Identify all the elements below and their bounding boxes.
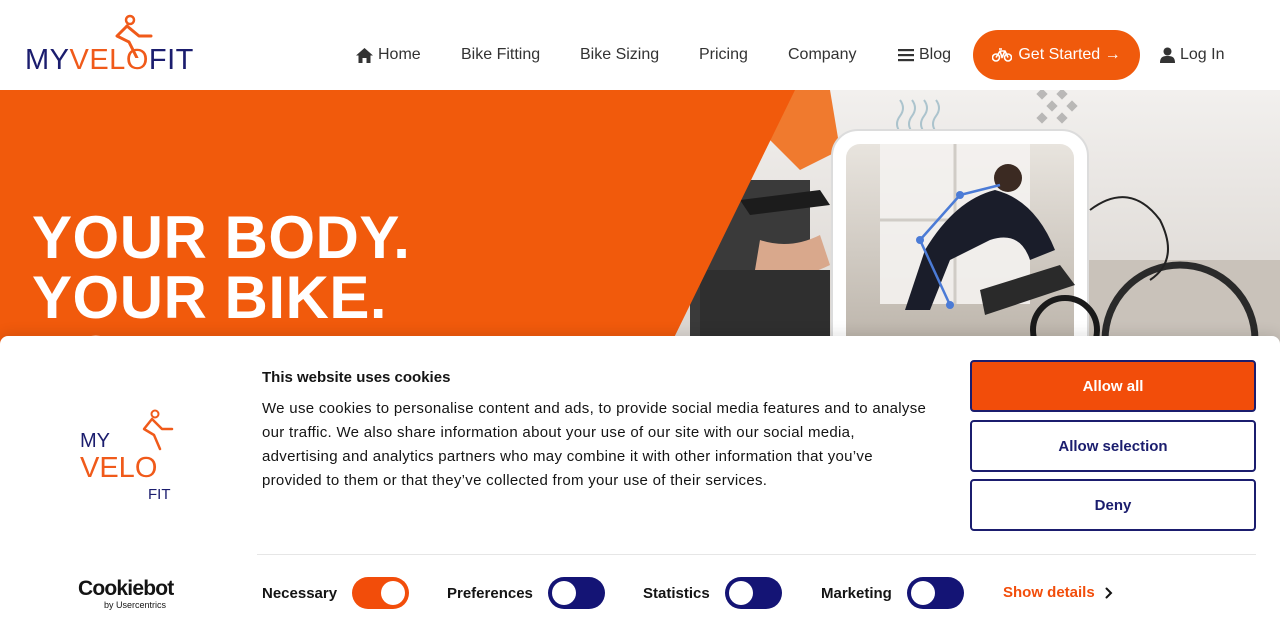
- deny-label: Deny: [1094, 496, 1132, 514]
- myvelofit-stacked-logo: MY VELO FIT: [80, 409, 174, 501]
- get-started-label: Get Started →: [1018, 46, 1121, 63]
- nav-company-label: Company: [788, 46, 857, 63]
- login-link[interactable]: Log In: [1160, 30, 1224, 80]
- nav-bike-sizing-label: Bike Sizing: [580, 46, 660, 63]
- nav-blog[interactable]: Blog: [898, 30, 951, 80]
- cookie-consent-banner: MY VELO FIT This website uses cookies We…: [0, 336, 1280, 633]
- necessary-label: Necessary: [262, 584, 338, 602]
- hero-line-1: YOUR BODY.: [32, 204, 411, 271]
- toggle-preferences: Preferences: [447, 576, 605, 610]
- nav-home[interactable]: Home: [356, 30, 421, 80]
- toggle-marketing: Marketing: [821, 576, 964, 610]
- cookie-title: This website uses cookies: [262, 369, 451, 386]
- preferences-switch[interactable]: [547, 577, 605, 609]
- necessary-switch[interactable]: [352, 577, 410, 609]
- login-label: Log In: [1180, 46, 1225, 63]
- svg-text:MY: MY: [80, 430, 110, 452]
- logo-velo: VELO: [69, 44, 149, 76]
- user-icon: [1160, 47, 1175, 63]
- show-details-link[interactable]: Show details: [1003, 584, 1113, 601]
- nav-company[interactable]: Company: [788, 30, 856, 80]
- allow-all-label: Allow all: [1082, 377, 1144, 395]
- allow-selection-label: Allow selection: [1058, 437, 1168, 455]
- cookie-description: We use cookies to personalise content an…: [262, 400, 927, 489]
- site-logo[interactable]: MYVELOFIT: [25, 14, 197, 78]
- menu-icon: [898, 49, 914, 62]
- cookiebot-byline: by Usercentrics: [104, 600, 167, 610]
- preferences-label: Preferences: [447, 584, 533, 602]
- logo-fit: FIT: [148, 44, 194, 76]
- hero-headline: YOUR BODY. YOUR BIKE. YOUR FIT.: [32, 204, 411, 351]
- cookiebot-logo[interactable]: Cookiebot by Usercentrics: [78, 578, 188, 612]
- deny-button[interactable]: Deny: [970, 479, 1256, 531]
- hero-line-2: YOUR BIKE.: [32, 264, 388, 331]
- nav-blog-label: Blog: [919, 46, 952, 63]
- hero-section: YOUR BODY. YOUR BIKE. YOUR FIT.: [0, 90, 1280, 350]
- allow-selection-button[interactable]: Allow selection: [970, 420, 1256, 472]
- nav-bike-sizing[interactable]: Bike Sizing: [580, 30, 659, 80]
- cookie-divider: [257, 554, 1256, 555]
- home-icon: [356, 47, 373, 63]
- allow-all-button[interactable]: Allow all: [970, 360, 1256, 412]
- show-details-label: Show details: [1003, 584, 1095, 601]
- statistics-switch[interactable]: [724, 577, 782, 609]
- marketing-label: Marketing: [821, 584, 892, 602]
- toggle-necessary: Necessary: [262, 576, 410, 610]
- marketing-switch[interactable]: [906, 577, 964, 609]
- logo-my: MY: [25, 44, 70, 76]
- site-header: MYVELOFIT Home Bike Fitting Bike Sizing …: [0, 0, 1280, 90]
- svg-text:VELO: VELO: [80, 452, 157, 484]
- bicycle-icon: [992, 48, 1013, 62]
- nav-bike-fitting-label: Bike Fitting: [461, 46, 541, 63]
- nav-bike-fitting[interactable]: Bike Fitting: [461, 30, 540, 80]
- cookiebot-wordmark: Cookiebot: [78, 577, 174, 600]
- statistics-label: Statistics: [643, 584, 710, 602]
- chevron-right-icon: [1105, 587, 1113, 598]
- nav-home-label: Home: [378, 46, 421, 63]
- nav-pricing[interactable]: Pricing: [699, 30, 748, 80]
- svg-text:FIT: FIT: [148, 486, 171, 501]
- nav-pricing-label: Pricing: [699, 46, 748, 63]
- get-started-button[interactable]: Get Started →: [973, 30, 1140, 80]
- logo-wordmark: MYVELOFIT: [25, 44, 194, 77]
- toggle-statistics: Statistics: [643, 576, 782, 610]
